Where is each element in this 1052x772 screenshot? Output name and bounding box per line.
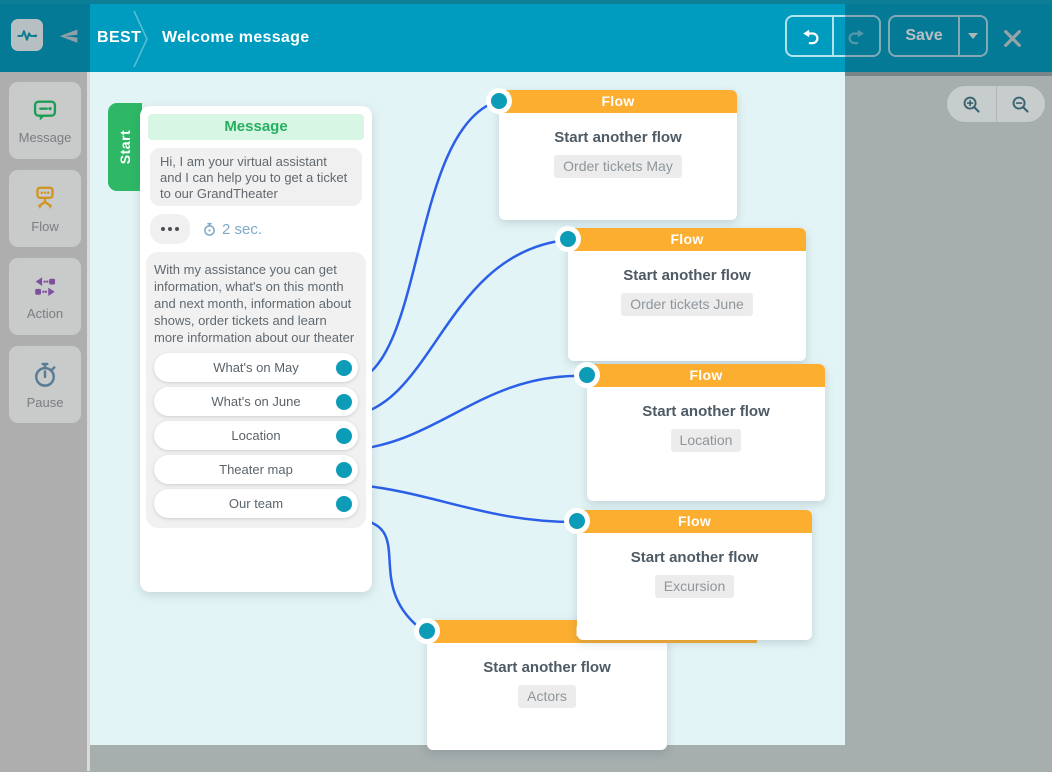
palette-item-label: Pause	[27, 395, 64, 410]
save-button[interactable]: Save	[890, 17, 958, 55]
text-bubble: Hi, I am your virtual assistant and I ca…	[150, 148, 362, 206]
text-bubble: With my assistance you can get informati…	[154, 261, 358, 346]
zoom-in-icon	[962, 95, 981, 114]
input-port[interactable]	[486, 88, 512, 114]
flow-canvas[interactable]: Start Message Hi, I am your virtual assi…	[90, 72, 845, 745]
flow-node-title: Start another flow	[427, 659, 667, 676]
quick-reply-theater-map[interactable]: Theater map	[154, 455, 358, 484]
flow-split-icon	[30, 184, 60, 214]
zoom-in-button[interactable]	[947, 86, 996, 122]
wire-location	[351, 376, 585, 450]
message-node-header: Message	[148, 114, 364, 140]
page-title: Welcome message	[162, 4, 309, 72]
flow-node-title: Start another flow	[499, 129, 737, 146]
close-icon	[1002, 28, 1023, 49]
flow-node-title: Start another flow	[577, 549, 812, 566]
zoom-controls	[947, 86, 1045, 122]
undo-icon	[800, 26, 820, 46]
undo-redo-group	[785, 15, 881, 57]
flow-node-order-tickets-june[interactable]: Flow Start another flow Order tickets Ju…	[568, 228, 806, 361]
app-logo[interactable]	[11, 19, 43, 51]
typing-indicator	[150, 214, 190, 244]
connector-port[interactable]	[336, 496, 352, 512]
flow-editor: BEST Welcome message Save	[0, 0, 1052, 771]
flow-target-chip: Order tickets May	[554, 155, 682, 178]
save-dropdown-button[interactable]	[960, 17, 986, 55]
flow-target-chip: Actors	[518, 685, 576, 708]
quick-reply-whats-on-may[interactable]: What's on May	[154, 353, 358, 382]
wire-whats-on-june	[351, 240, 566, 416]
palette-item-flow[interactable]: Flow	[9, 170, 81, 247]
telegram-plane-icon	[58, 27, 80, 47]
message-node[interactable]: Message Hi, I am your virtual assistant …	[140, 106, 372, 592]
palette-item-label: Message	[19, 130, 72, 145]
action-arrows-icon	[30, 273, 60, 301]
message-bubble-icon	[30, 97, 60, 125]
zoom-out-button[interactable]	[997, 86, 1046, 122]
zoom-out-icon	[1011, 95, 1030, 114]
flow-node-order-tickets-may[interactable]: Flow Start another flow Order tickets Ma…	[499, 90, 737, 220]
chevron-down-icon	[968, 33, 978, 39]
connector-port[interactable]	[336, 462, 352, 478]
start-tab: Start	[108, 103, 142, 191]
input-port[interactable]	[555, 226, 581, 252]
undo-button[interactable]	[787, 17, 832, 55]
palette-item-action[interactable]: Action	[9, 258, 81, 335]
flow-target-chip: Order tickets June	[621, 293, 753, 316]
redo-icon	[847, 26, 867, 46]
pulse-icon	[16, 24, 38, 46]
palette-item-label: Action	[27, 306, 63, 321]
delay-row: 2 sec.	[150, 214, 362, 244]
quick-reply-whats-on-june[interactable]: What's on June	[154, 387, 358, 416]
input-port[interactable]	[574, 362, 600, 388]
flow-node-title: Start another flow	[568, 267, 806, 284]
breadcrumb-chevron	[131, 4, 153, 76]
stopwatch-icon	[30, 360, 60, 390]
flow-node-location[interactable]: Flow Start another flow Location	[587, 364, 825, 501]
node-palette: Message Flow Action	[0, 72, 90, 771]
connector-port[interactable]	[336, 394, 352, 410]
palette-item-label: Flow	[31, 219, 58, 234]
flow-node-title: Start another flow	[587, 403, 825, 420]
message-block: With my assistance you can get informati…	[146, 252, 366, 528]
quick-reply-location[interactable]: Location	[154, 421, 358, 450]
input-port[interactable]	[564, 508, 590, 534]
wire-whats-on-may	[351, 102, 495, 382]
flow-target-chip: Location	[671, 429, 742, 452]
close-button[interactable]	[1002, 28, 1023, 54]
input-port[interactable]	[414, 618, 440, 644]
delay-stopwatch-icon	[202, 221, 217, 238]
save-group: Save	[888, 15, 988, 57]
flow-node-excursion[interactable]: Flow Start another flow Excursion	[577, 510, 812, 640]
connector-port[interactable]	[336, 360, 352, 376]
palette-item-pause[interactable]: Pause	[9, 346, 81, 423]
wire-theater-map	[351, 484, 575, 522]
connector-port[interactable]	[336, 428, 352, 444]
delay-value: 2 sec.	[222, 221, 262, 238]
redo-button[interactable]	[834, 17, 879, 55]
quick-reply-our-team[interactable]: Our team	[154, 489, 358, 518]
palette-item-message[interactable]: Message	[9, 82, 81, 159]
flow-target-chip: Excursion	[655, 575, 734, 598]
top-bar: BEST Welcome message Save	[0, 0, 1052, 72]
